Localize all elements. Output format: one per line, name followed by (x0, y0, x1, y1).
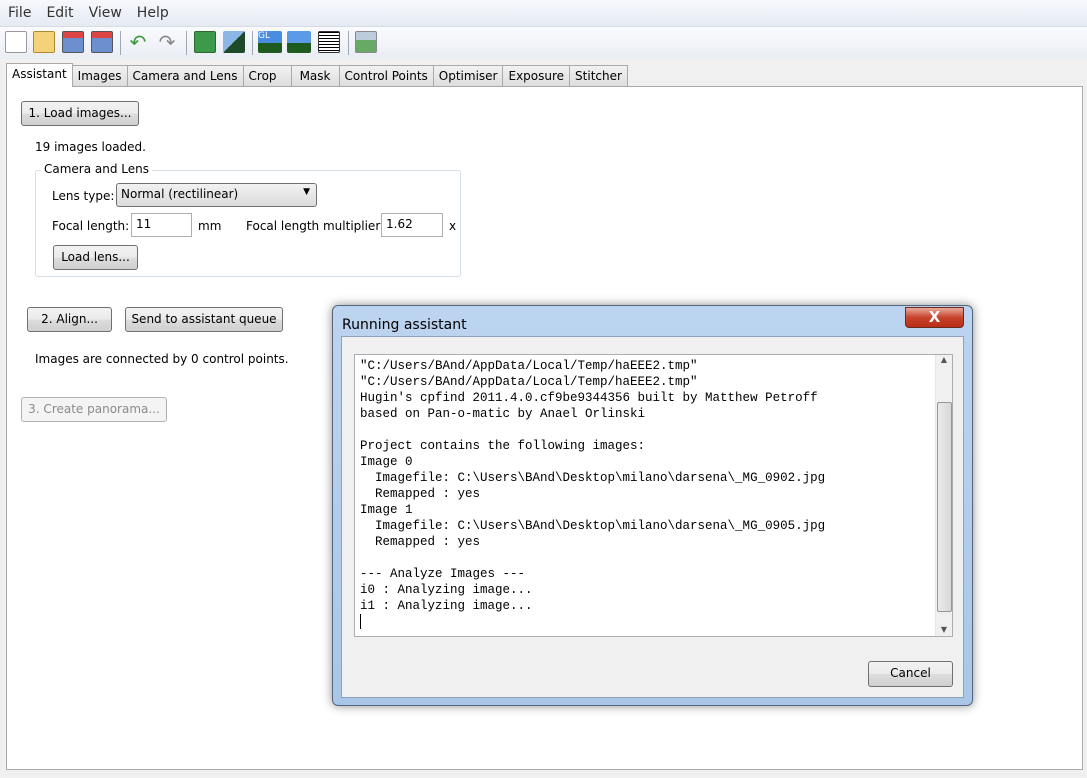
tab-bar: Assistant Images Camera and Lens Crop Ma… (6, 63, 628, 87)
log-line: Remapped : yes (360, 535, 481, 549)
menu-file[interactable]: File (0, 0, 38, 21)
tab-images[interactable]: Images (71, 65, 128, 87)
log-line: Image 0 (360, 455, 413, 469)
dialog-body: "C:/Users/BAnd/AppData/Local/Temp/haEEE2… (341, 336, 964, 698)
project-properties-icon[interactable] (318, 31, 340, 53)
scroll-down-icon[interactable]: ▼ (936, 625, 952, 634)
panorama-icon[interactable] (355, 31, 377, 53)
menu-view[interactable]: View (81, 0, 129, 21)
menu-bar: File Edit View Help (0, 0, 1087, 27)
tab-mask[interactable]: Mask (290, 65, 340, 87)
log-line: Image 1 (360, 503, 413, 517)
log-text: "C:/Users/BAnd/AppData/Local/Temp/haEEE2… (360, 358, 825, 634)
multiplier-input[interactable]: 1.62 (381, 213, 443, 237)
focal-length-label: Focal length: (52, 219, 130, 233)
log-line: Hugin's cpfind 2011.4.0.cf9be9344356 bui… (360, 391, 818, 405)
add-images-icon[interactable] (194, 31, 216, 53)
scroll-thumb[interactable] (937, 402, 952, 612)
log-output[interactable]: "C:/Users/BAnd/AppData/Local/Temp/haEEE2… (354, 354, 953, 637)
log-line: "C:/Users/BAnd/AppData/Local/Temp/haEEE2… (360, 375, 698, 389)
save-as-icon[interactable] (91, 31, 113, 53)
log-line (360, 614, 825, 634)
text-cursor (360, 614, 361, 629)
focal-length-input[interactable]: 11 (131, 213, 192, 237)
lens-type-select[interactable]: Normal (rectilinear) ▼ (116, 183, 317, 207)
open-project-icon[interactable] (33, 31, 55, 53)
chevron-down-icon: ▼ (303, 187, 310, 197)
preview-icon[interactable] (287, 31, 311, 53)
log-line: i0 : Analyzing image... (360, 583, 533, 597)
create-panorama-button[interactable]: 3. Create panorama... (21, 397, 167, 422)
tab-optimiser[interactable]: Optimiser (432, 65, 504, 87)
log-line: Imagefile: C:\Users\BAnd\Desktop\milano\… (360, 471, 826, 485)
scroll-up-icon[interactable]: ▲ (936, 355, 952, 364)
new-project-icon[interactable] (5, 31, 27, 53)
log-line: Project contains the following images: (360, 439, 646, 453)
load-lens-button[interactable]: Load lens... (53, 245, 138, 270)
cancel-button[interactable]: Cancel (868, 661, 953, 687)
tab-stitcher[interactable]: Stitcher (569, 65, 628, 87)
menu-help[interactable]: Help (129, 0, 176, 21)
dialog-title: Running assistant (342, 317, 467, 333)
multiplier-label: Focal length multiplier: (246, 219, 385, 233)
running-assistant-dialog: Running assistant X "C:/Users/BAnd/AppDa… (332, 305, 973, 706)
x-unit-label: x (449, 219, 457, 233)
load-images-button[interactable]: 1. Load images... (21, 101, 139, 126)
toolbar: ↶ ↷ GL (0, 27, 1087, 59)
align-button[interactable]: 2. Align... (27, 307, 112, 332)
tab-control-points[interactable]: Control Points (338, 65, 434, 87)
save-icon[interactable] (62, 31, 84, 53)
menu-edit[interactable]: Edit (38, 0, 80, 21)
camera-lens-group-title: Camera and Lens (41, 162, 153, 176)
log-scrollbar[interactable]: ▲ ▼ (935, 355, 952, 636)
images-loaded-status: 19 images loaded. (35, 140, 146, 154)
tab-camera-and-lens[interactable]: Camera and Lens (126, 65, 244, 87)
lens-type-label: Lens type: (52, 189, 115, 203)
undo-icon[interactable]: ↶ (127, 31, 149, 53)
tab-assistant[interactable]: Assistant (6, 63, 73, 87)
log-line: Remapped : yes (360, 487, 481, 501)
log-line: Imagefile: C:\Users\BAnd\Desktop\milano\… (360, 519, 826, 533)
tab-crop[interactable]: Crop (242, 65, 292, 87)
control-points-status: Images are connected by 0 control points… (35, 352, 289, 366)
fast-preview-icon[interactable]: GL (258, 31, 282, 53)
redo-icon[interactable]: ↷ (156, 31, 178, 53)
log-line: based on Pan-o-matic by Anael Orlinski (360, 407, 646, 421)
log-line: "C:/Users/BAnd/AppData/Local/Temp/haEEE2… (360, 359, 698, 373)
mm-unit-label: mm (198, 219, 222, 233)
tab-exposure[interactable]: Exposure (502, 65, 571, 87)
send-to-queue-button[interactable]: Send to assistant queue (125, 307, 283, 332)
log-line: i1 : Analyzing image... (360, 599, 533, 613)
lens-type-value: Normal (rectilinear) (121, 187, 239, 201)
align-icon[interactable] (223, 31, 245, 53)
close-button[interactable]: X (905, 307, 964, 328)
log-line: --- Analyze Images --- (360, 567, 526, 581)
